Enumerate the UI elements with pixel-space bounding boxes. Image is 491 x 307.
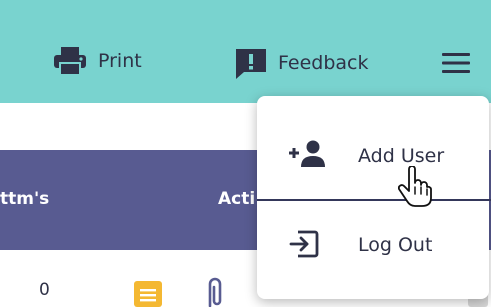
log-out-icon <box>289 230 319 258</box>
printer-icon <box>54 47 86 76</box>
add-user-menu-item[interactable]: Add User <box>257 121 489 191</box>
note-icon[interactable] <box>134 281 162 307</box>
feedback-icon <box>236 49 266 79</box>
feedback-label: Feedback <box>278 52 369 74</box>
menu-divider <box>257 199 491 201</box>
log-out-menu-item[interactable]: Log Out <box>257 210 489 280</box>
print-label: Print <box>98 50 142 72</box>
feedback-button[interactable]: Feedback <box>234 46 368 80</box>
attachment-count: 0 <box>39 280 50 300</box>
column-header-actions[interactable]: Acti <box>218 187 255 211</box>
log-out-label: Log Out <box>358 234 433 256</box>
add-user-icon <box>289 140 325 167</box>
add-user-label: Add User <box>358 145 445 167</box>
user-menu-dropdown: Add User Log Out <box>257 96 489 299</box>
hamburger-menu-icon <box>442 53 470 73</box>
column-header-attachments[interactable]: ttm's <box>0 187 49 211</box>
paperclip-icon[interactable] <box>204 277 226 307</box>
top-toolbar: Print Feedback <box>0 0 491 103</box>
hamburger-menu-button[interactable] <box>440 50 472 76</box>
print-button[interactable]: Print <box>52 46 142 76</box>
